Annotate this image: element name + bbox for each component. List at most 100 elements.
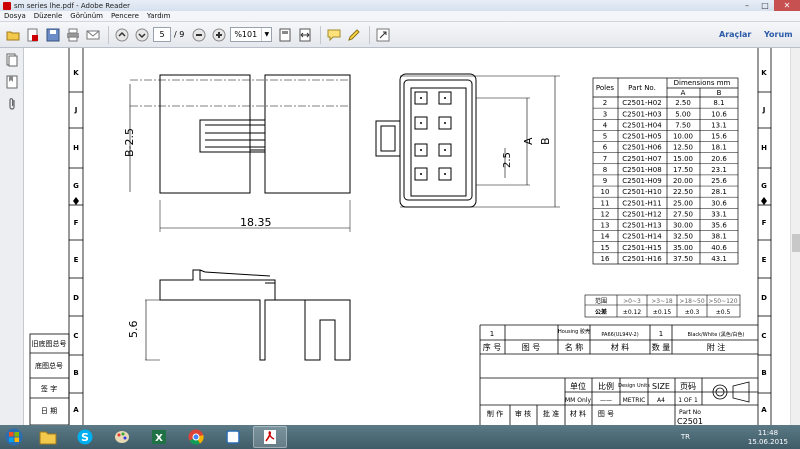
expand-button[interactable] [374,26,392,44]
fit-width-button[interactable] [296,26,314,44]
clock-date: 15.06.2015 [747,438,788,446]
create-pdf-button[interactable] [24,26,42,44]
dims-cell: 7 [603,155,607,163]
dim-side-height: B-2.5 [123,128,136,157]
tb-unit-label: 比例 [598,381,614,391]
email-button[interactable] [84,26,102,44]
taskbar-skype[interactable]: S [68,426,102,448]
zone-letter: B [761,369,766,377]
minimize-button[interactable]: – [738,0,756,11]
arrow-up-icon [115,28,129,41]
page-total: / 9 [174,30,185,39]
svg-text:S: S [81,431,89,444]
dims-cell: 35.00 [673,244,693,252]
save-icon [46,28,60,41]
skype-icon: S [77,429,93,445]
dim-pitch: 2.5 [502,152,513,168]
dims-cell: 40.6 [711,244,727,252]
menu-file[interactable]: Dosya [4,12,26,20]
scrollbar-thumb[interactable] [792,234,800,252]
close-button[interactable]: ✕ [774,0,800,11]
open-button[interactable] [4,26,22,44]
tol-header: >50~120 [708,298,737,305]
taskbar-excel[interactable]: X [142,426,176,448]
zone-letter: J [762,106,766,114]
dims-header-poles: Poles [596,84,615,92]
taskbar-explorer[interactable] [31,426,65,448]
dims-cell: 14 [601,233,610,241]
tb-unit-label: SIZE [652,382,670,391]
bookmarks-button[interactable] [5,75,19,89]
dims-cell: C2501-H02 [622,99,661,107]
taskbar-adobe-reader[interactable] [253,426,287,448]
tb-sign: 材 料 [570,409,586,418]
zone-letter: G [761,182,767,190]
dims-cell: 18.1 [711,144,727,152]
dims-cell: 2 [603,99,607,107]
tol-header: 范围 [595,297,607,305]
vertical-scrollbar[interactable] [790,48,800,425]
next-page-button[interactable] [133,26,151,44]
taskbar-app[interactable] [216,426,250,448]
create-pdf-icon [27,28,38,41]
centering-mark-right [761,197,767,205]
dims-cell: C2501-H04 [622,121,662,129]
print-button[interactable] [64,26,82,44]
tol-value: ±0.12 [623,309,642,316]
zoom-select[interactable]: %101 ▼ [230,27,273,42]
left-label: 底图总号 [35,361,63,370]
tools-link[interactable]: Araçlar [719,30,751,39]
dims-cell: C2501-H05 [622,133,661,141]
centering-mark-left [73,197,79,205]
menu-view[interactable]: Görünüm [70,12,103,20]
zoom-out-button[interactable] [190,26,208,44]
comment-button[interactable] [325,26,343,44]
menu-help[interactable]: Yardım [147,12,171,20]
comment-link[interactable]: Yorum [764,30,793,39]
dims-cell: 2.50 [675,99,691,107]
dims-cell: 43.1 [711,255,727,263]
fit-page-button[interactable] [276,26,294,44]
language-indicator[interactable]: TR [681,433,690,441]
tol-header: >18~50 [679,298,705,305]
page-thumbnails-button[interactable] [5,53,19,67]
excel-icon: X [152,430,166,444]
dims-cell: 16 [601,255,610,263]
dims-cell: 15.00 [673,155,693,163]
menu-edit[interactable]: Düzenle [34,12,63,20]
dims-cell: 4 [603,121,608,129]
save-button[interactable] [44,26,62,44]
menu-window[interactable]: Pencere [111,12,139,20]
maximize-button[interactable]: □ [756,0,774,11]
dims-cell: 10.00 [673,133,693,141]
dims-cell: 10 [601,188,610,196]
zone-letter: F [74,219,79,227]
tb-header: 数 量 [652,342,671,352]
system-clock[interactable]: 11:48 15.06.2015 [748,429,788,447]
zone-letter: E [74,256,79,264]
prev-page-button[interactable] [113,26,131,44]
highlight-button[interactable] [345,26,363,44]
dim-bottom-height: 5.6 [127,321,140,339]
page-number-input[interactable]: 5 [153,27,171,42]
start-button[interactable] [0,426,28,448]
dims-cell: 10.6 [711,110,727,118]
paperclip-icon [9,98,15,110]
envelope-icon [86,30,100,39]
dims-cell: 8.1 [713,99,724,107]
tb-part-label: Part No [679,409,701,416]
attachments-button[interactable] [5,97,19,111]
folder-icon [39,431,57,445]
zone-letter: H [761,144,767,152]
taskbar-chrome[interactable] [179,426,213,448]
tb-item-qty: 1 [659,330,663,338]
taskbar-paint[interactable] [105,426,139,448]
dims-header-b: B [717,89,722,97]
dims-cell: C2501-H16 [622,255,662,263]
toolbar-separator [369,25,371,44]
zoom-in-button[interactable] [210,26,228,44]
left-label: 日 期 [41,407,57,415]
dims-cell: 17.50 [673,166,693,174]
tb-header: 附 注 [707,342,726,352]
dims-cell: 3 [603,110,607,118]
